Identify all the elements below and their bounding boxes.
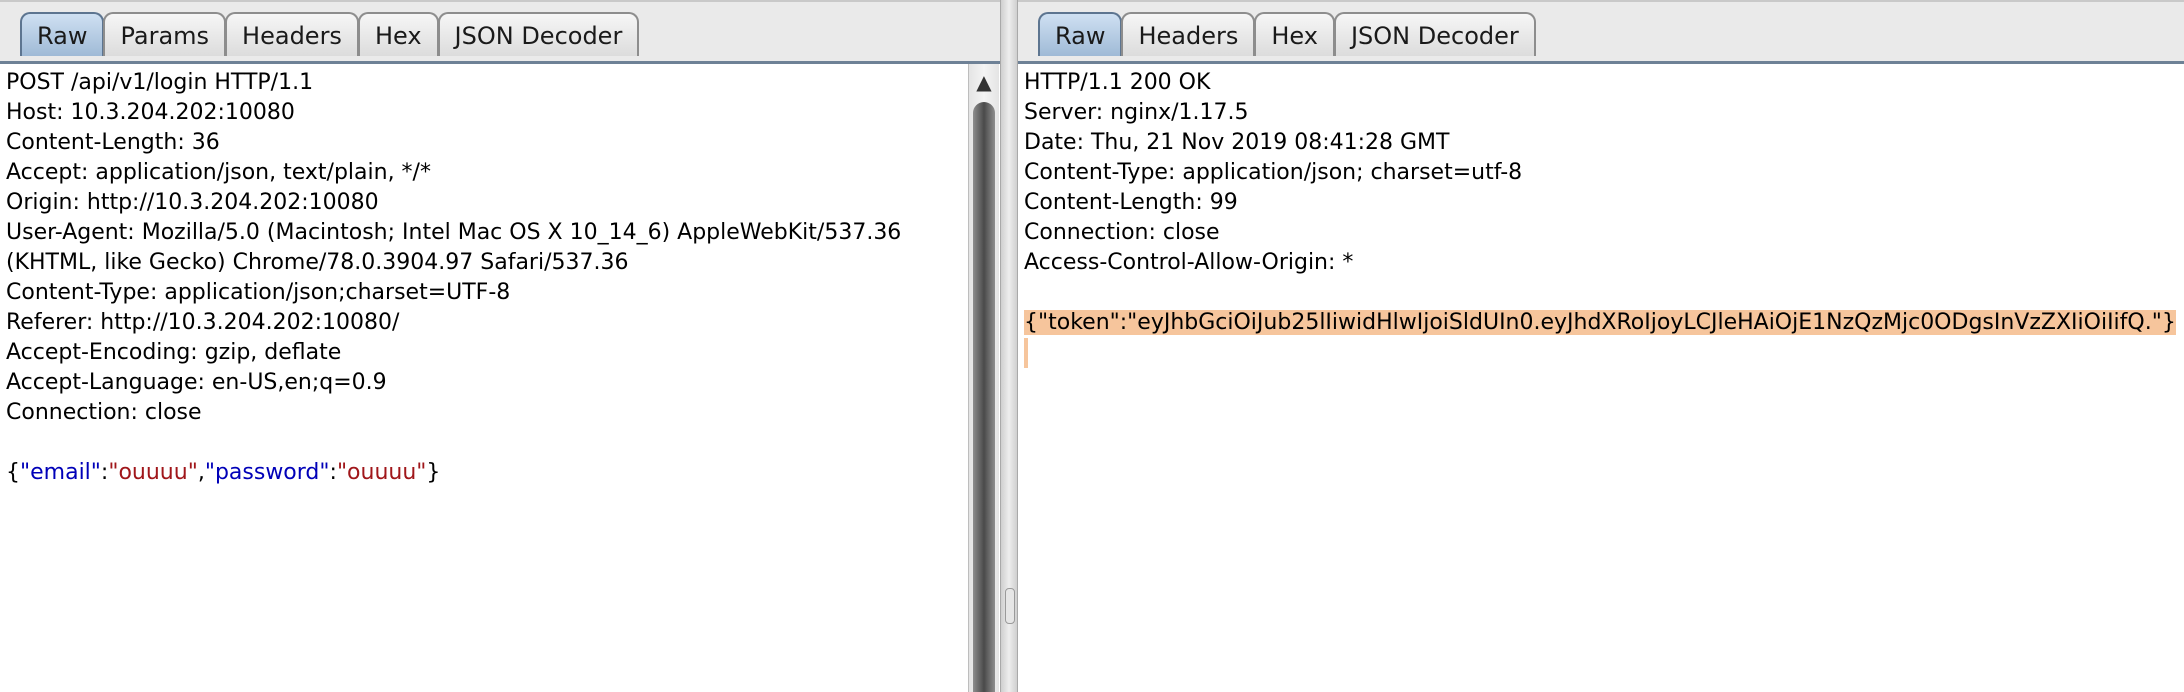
request-line: Origin: http://10.3.204.202:10080 <box>6 190 379 215</box>
response-tab-bar: Raw Headers Hex JSON Decoder <box>1018 0 2184 64</box>
request-tab-json-decoder[interactable]: JSON Decoder <box>437 12 640 56</box>
request-line: Accept-Encoding: gzip, deflate <box>6 340 342 365</box>
request-tab-params[interactable]: Params <box>103 12 227 56</box>
response-line: Access-Control-Allow-Origin: * <box>1024 250 1354 275</box>
response-line: Server: nginx/1.17.5 <box>1024 100 1249 125</box>
response-line: Content-Length: 99 <box>1024 190 1238 215</box>
request-line: Accept: application/json, text/plain, */… <box>6 160 431 185</box>
selection-tail <box>1024 338 1028 368</box>
request-editor[interactable]: POST /api/v1/login HTTP/1.1 Host: 10.3.2… <box>6 68 1000 488</box>
selected-token-text[interactable]: {"token":"eyJhbGciOiJub25lIiwidHlwIjoiSl… <box>1024 310 2176 335</box>
pane-splitter[interactable] <box>1000 0 1018 692</box>
request-body-line: {"email":"ouuuu","password":"ouuuu"} <box>6 458 1000 488</box>
response-tab-json-decoder[interactable]: JSON Decoder <box>1333 12 1536 56</box>
scroll-thumb[interactable] <box>973 102 995 692</box>
request-tab-bar: Raw Params Headers Hex JSON Decoder <box>0 0 1000 64</box>
request-line: Connection: close <box>6 400 202 425</box>
scroll-up-arrow-icon[interactable]: ▲ <box>969 72 999 92</box>
response-line: Connection: close <box>1024 220 1220 245</box>
splitter-grip-icon[interactable] <box>1005 588 1015 624</box>
response-line: HTTP/1.1 200 OK <box>1024 70 1211 95</box>
response-tab-underline <box>1018 61 2184 64</box>
request-blank-line <box>6 428 1000 458</box>
json-comma: , <box>197 460 205 485</box>
json-key-password: "password" <box>204 460 330 485</box>
request-scrollbar[interactable]: ▲ <box>968 64 999 692</box>
request-tab-underline <box>0 61 1000 64</box>
response-editor[interactable]: HTTP/1.1 200 OK Server: nginx/1.17.5 Dat… <box>1024 68 2184 368</box>
response-line: Content-Type: application/json; charset=… <box>1024 160 1523 185</box>
response-tab-raw[interactable]: Raw <box>1038 12 1123 56</box>
request-tab-raw[interactable]: Raw <box>20 12 105 56</box>
response-line: Date: Thu, 21 Nov 2019 08:41:28 GMT <box>1024 130 1450 155</box>
json-brace: { <box>6 460 20 485</box>
response-tab-headers[interactable]: Headers <box>1121 12 1256 56</box>
request-tab-headers[interactable]: Headers <box>225 12 359 56</box>
json-value-email: "ouuuu" <box>108 460 198 485</box>
response-tab-hex[interactable]: Hex <box>1254 12 1335 56</box>
request-line: Accept-Language: en-US,en;q=0.9 <box>6 370 387 395</box>
request-tab-hex[interactable]: Hex <box>357 12 439 56</box>
request-line: Content-Length: 36 <box>6 130 220 155</box>
request-line: (KHTML, like Gecko) Chrome/78.0.3904.97 … <box>6 250 629 275</box>
request-pane: Raw Params Headers Hex JSON Decoder POST… <box>0 0 1000 692</box>
response-body-line: {"token":"eyJhbGciOiJub25lIiwidHlwIjoiSl… <box>1024 308 2184 338</box>
request-line: Content-Type: application/json;charset=U… <box>6 280 511 305</box>
json-colon: : <box>329 460 337 485</box>
response-pane: Raw Headers Hex JSON Decoder HTTP/1.1 20… <box>1018 0 2184 692</box>
request-line: Referer: http://10.3.204.202:10080/ <box>6 310 400 335</box>
request-line: Host: 10.3.204.202:10080 <box>6 100 295 125</box>
json-key-email: "email" <box>20 460 101 485</box>
request-line: User-Agent: Mozilla/5.0 (Macintosh; Inte… <box>6 220 902 245</box>
response-blank-line <box>1024 278 2184 308</box>
json-brace: } <box>426 460 441 485</box>
request-line: POST /api/v1/login HTTP/1.1 <box>6 70 314 95</box>
json-value-password: "ouuuu" <box>336 460 427 485</box>
